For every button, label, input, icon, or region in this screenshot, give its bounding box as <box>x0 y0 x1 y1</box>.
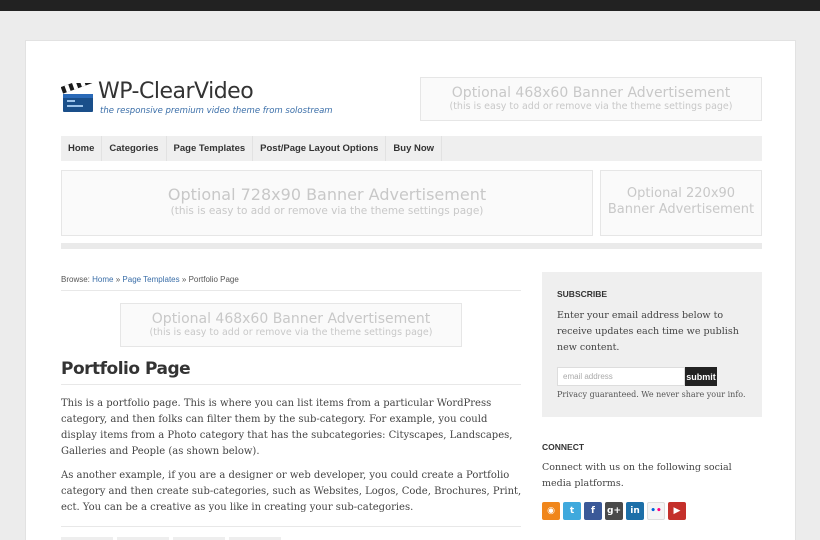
ad-subtext: (this is easy to add or remove via the t… <box>149 327 433 338</box>
nav-item-page-templates[interactable]: Page Templates <box>167 136 254 161</box>
ad-heading: Optional 728x90 Banner Advertisement <box>167 185 487 204</box>
ad-subtext: Banner Advertisement <box>607 202 755 217</box>
site-tagline: the responsive premium video theme from … <box>100 106 333 116</box>
nav-item-buy-now[interactable]: Buy Now <box>386 136 443 161</box>
ad-heading: Optional 468x60 Banner Advertisement <box>151 311 431 327</box>
email-field[interactable] <box>557 367 685 386</box>
nav-item-home[interactable]: Home <box>61 136 103 161</box>
google-plus-icon[interactable]: g+ <box>605 502 623 520</box>
breadcrumb-home-link[interactable]: Home <box>92 275 113 284</box>
header-divider <box>61 243 762 249</box>
page-container: WP-ClearVideo the responsive premium vid… <box>25 40 796 540</box>
facebook-icon[interactable]: f <box>584 502 602 520</box>
content-banner-ad[interactable]: Optional 468x60 Banner Advertisement (th… <box>120 303 462 347</box>
leaderboard-banner-ad[interactable]: Optional 728x90 Banner Advertisement (th… <box>61 170 593 236</box>
content-paragraph: This is a portfolio page. This is where … <box>61 398 513 457</box>
clapperboard-icon <box>61 83 93 112</box>
nav-item-layout-options[interactable]: Post/Page Layout Options <box>253 136 387 161</box>
youtube-icon[interactable]: ▶ <box>668 502 686 520</box>
side-banner-ad[interactable]: Optional 220x90 Banner Advertisement <box>600 170 762 236</box>
privacy-note: Privacy guaranteed. We never share your … <box>557 390 746 399</box>
twitter-icon[interactable]: t <box>563 502 581 520</box>
connect-text: Connect with us on the following social … <box>542 462 732 489</box>
content-divider <box>61 526 521 527</box>
content-paragraph: As another example, if you are a designe… <box>61 470 522 513</box>
breadcrumb: Browse: Home » Page Templates » Portfoli… <box>61 275 521 291</box>
top-bar <box>0 0 820 11</box>
breadcrumb-separator: » <box>181 275 187 284</box>
rss-icon[interactable]: ◉ <box>542 502 560 520</box>
connect-title: CONNECT <box>542 442 585 452</box>
ad-heading: Optional 468x60 Banner Advertisement <box>451 85 731 101</box>
site-title[interactable]: WP-ClearVideo <box>98 79 254 104</box>
breadcrumb-prefix: Browse: <box>61 275 90 284</box>
subscribe-text: Enter your email address below to receiv… <box>557 310 739 353</box>
social-icons: ◉ t f g+ in •• ▶ <box>542 502 686 520</box>
main-nav: Home Categories Page Templates Post/Page… <box>61 136 762 161</box>
ad-heading: Optional 220x90 <box>626 186 736 201</box>
page-title: Portfolio Page <box>61 359 521 385</box>
subscribe-title: SUBSCRIBE <box>557 289 608 299</box>
linkedin-icon[interactable]: in <box>626 502 644 520</box>
flickr-icon[interactable]: •• <box>647 502 665 520</box>
breadcrumb-current: Portfolio Page <box>188 275 239 284</box>
ad-subtext: (this is easy to add or remove via the t… <box>449 101 733 112</box>
submit-button[interactable]: submit <box>685 367 717 386</box>
nav-item-categories[interactable]: Categories <box>102 136 167 161</box>
breadcrumb-separator: » <box>115 275 121 284</box>
header-banner-ad[interactable]: Optional 468x60 Banner Advertisement (th… <box>420 77 762 121</box>
breadcrumb-section-link[interactable]: Page Templates <box>122 275 179 284</box>
ad-subtext: (this is easy to add or remove via the t… <box>170 205 484 217</box>
subscribe-widget: SUBSCRIBE Enter your email address below… <box>542 272 762 417</box>
